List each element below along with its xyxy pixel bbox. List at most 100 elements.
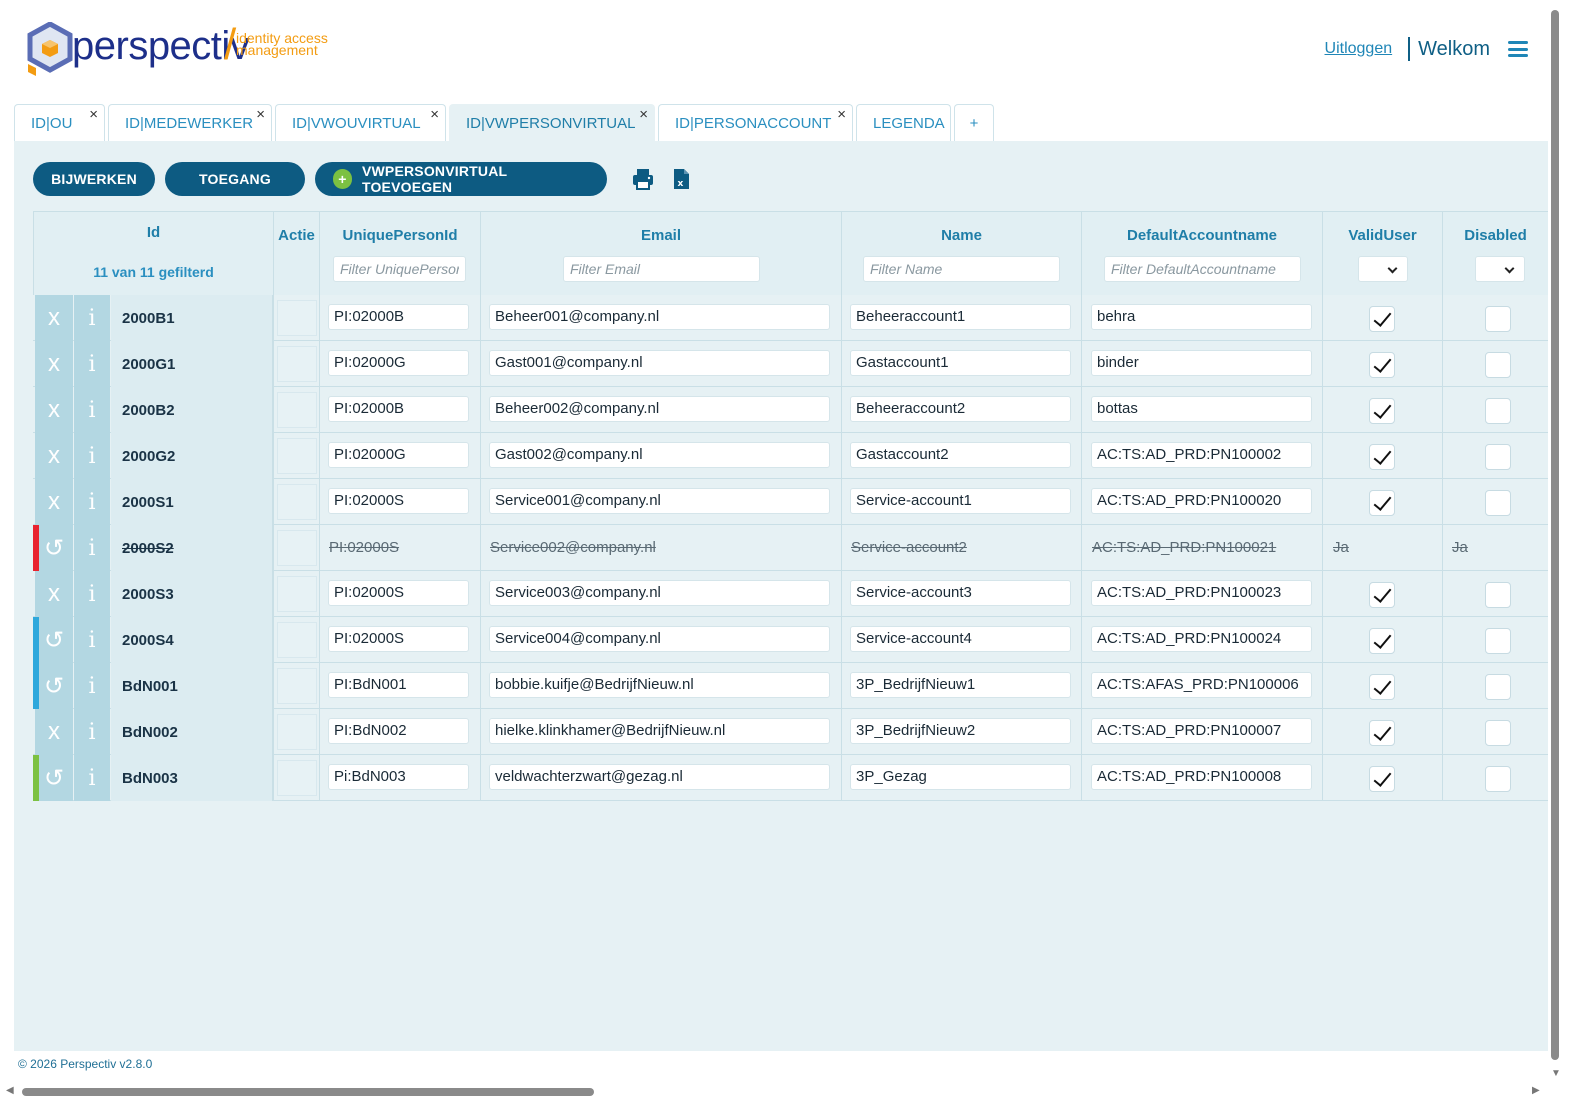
row-action-cell[interactable] [277, 484, 317, 520]
delete-row-button[interactable]: x [35, 479, 73, 525]
info-icon[interactable]: i [74, 433, 110, 479]
tab-legenda[interactable]: LEGENDA [856, 104, 951, 142]
row-email-input[interactable]: veldwachterzwart@gezag.nl [489, 764, 830, 790]
tab-id-vwpersonvirtual[interactable]: ID|VWPERSONVIRTUAL × [449, 104, 655, 142]
update-button[interactable]: BIJWERKEN [33, 162, 155, 196]
excel-export-icon[interactable]: x [669, 167, 693, 191]
tab-id-ou[interactable]: ID|OU × [14, 104, 105, 142]
scroll-left-arrow-icon[interactable]: ◀ [6, 1085, 14, 1096]
horizontal-scroll-thumb[interactable] [22, 1088, 594, 1096]
row-uniquepersonid-input[interactable]: PI:BdN001 [328, 672, 469, 698]
row-validuser-checkbox[interactable] [1369, 582, 1395, 608]
row-email-input[interactable]: Service004@company.nl [489, 626, 830, 652]
access-button[interactable]: TOEGANG [165, 162, 305, 196]
delete-row-button[interactable]: x [35, 571, 73, 617]
row-defaultaccountname-input[interactable]: bottas [1091, 396, 1312, 422]
filter-validuser-select[interactable] [1358, 256, 1408, 282]
printer-icon[interactable] [631, 167, 655, 191]
row-action-cell[interactable] [277, 760, 317, 796]
row-disabled-checkbox[interactable] [1485, 720, 1511, 746]
info-icon[interactable]: i [74, 387, 110, 433]
info-icon[interactable]: i [74, 525, 110, 571]
vertical-scroll-thumb[interactable] [1551, 10, 1559, 1060]
row-disabled-checkbox[interactable] [1485, 398, 1511, 424]
undo-icon[interactable]: ↺ [35, 663, 73, 709]
info-icon[interactable]: i [74, 295, 110, 341]
hamburger-menu-icon[interactable] [1508, 41, 1528, 57]
row-defaultaccountname-input[interactable]: AC:TS:AD_PRD:PN100007 [1091, 718, 1312, 744]
row-email-input[interactable]: Gast001@company.nl [489, 350, 830, 376]
row-email-input[interactable]: Beheer001@company.nl [489, 304, 830, 330]
undo-icon[interactable]: ↺ [35, 755, 73, 801]
info-icon[interactable]: i [74, 755, 110, 801]
vertical-scrollbar[interactable]: ▼ [1548, 0, 1564, 1083]
row-name-input[interactable]: Gastaccount2 [850, 442, 1071, 468]
tab-id-personaccount[interactable]: ID|PERSONACCOUNT × [658, 104, 853, 142]
delete-row-button[interactable]: x [35, 387, 73, 433]
row-email-input[interactable]: Gast002@company.nl [489, 442, 830, 468]
row-email-input[interactable]: bobbie.kuifje@BedrijfNieuw.nl [489, 672, 830, 698]
add-vwpersonvirtual-button[interactable]: + VWPERSONVIRTUAL TOEVOEGEN [315, 162, 607, 196]
row-defaultaccountname-input[interactable]: AC:TS:AFAS_PRD:PN100006 [1091, 672, 1312, 698]
row-disabled-checkbox[interactable] [1485, 444, 1511, 470]
tab-close-icon[interactable]: × [430, 107, 439, 122]
row-validuser-checkbox[interactable] [1369, 674, 1395, 700]
row-uniquepersonid-input[interactable]: PI:02000B [328, 396, 469, 422]
row-action-cell[interactable] [277, 438, 317, 474]
row-defaultaccountname-input[interactable]: AC:TS:AD_PRD:PN100002 [1091, 442, 1312, 468]
row-name-input[interactable]: 3P_Gezag [850, 764, 1071, 790]
row-name-input[interactable]: Service-account4 [850, 626, 1071, 652]
tab-id-medewerker[interactable]: ID|MEDEWERKER × [108, 104, 272, 142]
row-validuser-checkbox[interactable] [1369, 398, 1395, 424]
row-action-cell[interactable] [277, 300, 317, 336]
row-action-cell[interactable] [277, 622, 317, 658]
row-uniquepersonid-input[interactable]: PI:02000G [328, 442, 469, 468]
row-action-cell[interactable] [277, 576, 317, 612]
row-validuser-checkbox[interactable] [1369, 490, 1395, 516]
row-uniquepersonid-input[interactable]: PI:02000S [328, 626, 469, 652]
row-action-cell[interactable] [277, 530, 317, 566]
info-icon[interactable]: i [74, 617, 110, 663]
row-email-input[interactable]: Beheer002@company.nl [489, 396, 830, 422]
logout-link[interactable]: Uitloggen [1325, 40, 1393, 58]
row-uniquepersonid-input[interactable]: PI:BdN002 [328, 718, 469, 744]
row-validuser-checkbox[interactable] [1369, 444, 1395, 470]
row-uniquepersonid-input[interactable]: Pi:BdN003 [328, 764, 469, 790]
row-validuser-checkbox[interactable] [1369, 628, 1395, 654]
row-name-input[interactable]: Beheeraccount2 [850, 396, 1071, 422]
row-disabled-checkbox[interactable] [1485, 582, 1511, 608]
row-uniquepersonid-input[interactable]: PI:02000S [328, 580, 469, 606]
row-validuser-checkbox[interactable] [1369, 306, 1395, 332]
row-defaultaccountname-input[interactable]: AC:TS:AD_PRD:PN100024 [1091, 626, 1312, 652]
info-icon[interactable]: i [74, 663, 110, 709]
row-defaultaccountname-input[interactable]: behra [1091, 304, 1312, 330]
tab-close-icon[interactable]: × [89, 107, 98, 122]
row-disabled-checkbox[interactable] [1485, 490, 1511, 516]
row-defaultaccountname-input[interactable]: AC:TS:AD_PRD:PN100008 [1091, 764, 1312, 790]
row-disabled-checkbox[interactable] [1485, 352, 1511, 378]
info-icon[interactable]: i [74, 571, 110, 617]
row-defaultaccountname-input[interactable]: binder [1091, 350, 1312, 376]
tab-close-icon[interactable]: × [639, 107, 648, 122]
row-action-cell[interactable] [277, 714, 317, 750]
row-name-input[interactable]: Service-account3 [850, 580, 1071, 606]
delete-row-button[interactable]: x [35, 433, 73, 479]
row-disabled-checkbox[interactable] [1485, 766, 1511, 792]
row-uniquepersonid-input[interactable]: PI:02000S [328, 488, 469, 514]
row-defaultaccountname-input[interactable]: AC:TS:AD_PRD:PN100023 [1091, 580, 1312, 606]
info-icon[interactable]: i [74, 341, 110, 387]
scroll-right-arrow-icon[interactable]: ▶ [1532, 1085, 1540, 1096]
row-action-cell[interactable] [277, 346, 317, 382]
row-uniquepersonid-input[interactable]: PI:02000G [328, 350, 469, 376]
row-name-input[interactable]: 3P_BedrijfNieuw2 [850, 718, 1071, 744]
undo-icon[interactable]: ↺ [35, 617, 73, 663]
filter-email-input[interactable] [563, 256, 760, 282]
row-action-cell[interactable] [277, 668, 317, 704]
info-icon[interactable]: i [74, 709, 110, 755]
filter-disabled-select[interactable] [1475, 256, 1525, 282]
row-defaultaccountname-input[interactable]: AC:TS:AD_PRD:PN100020 [1091, 488, 1312, 514]
row-action-cell[interactable] [277, 392, 317, 428]
info-icon[interactable]: i [74, 479, 110, 525]
tab-close-icon[interactable]: × [256, 107, 265, 122]
delete-row-button[interactable]: x [35, 709, 73, 755]
